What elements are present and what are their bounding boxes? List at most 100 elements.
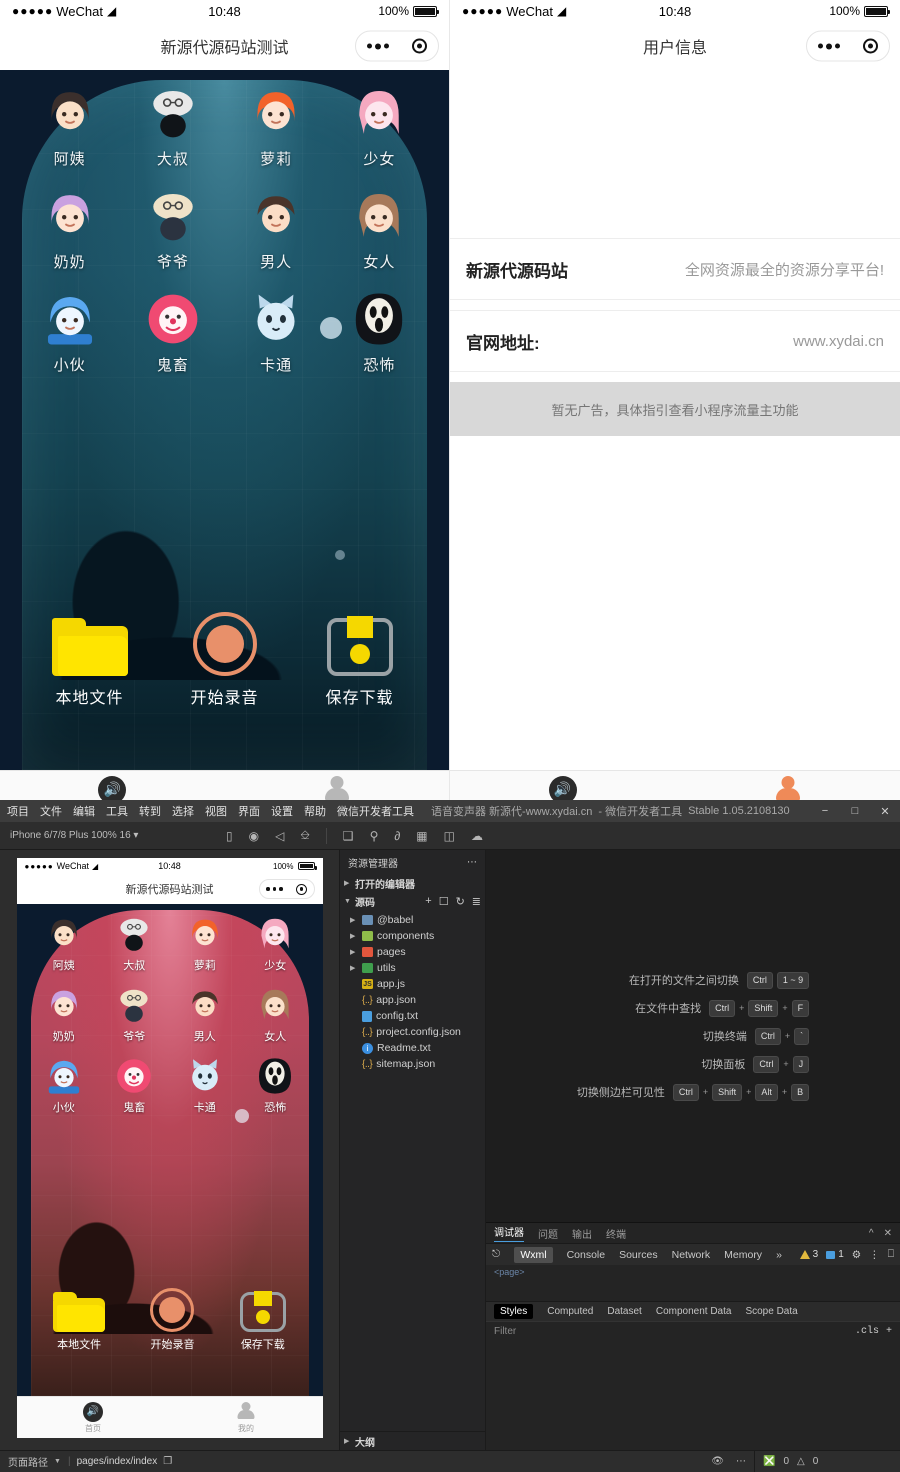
- avatar-item-youngman[interactable]: 小伙: [29, 1056, 100, 1115]
- device-selector[interactable]: iPhone 6/7/8 Plus 100% 16 ▾: [0, 830, 200, 841]
- start-record-button[interactable]: 开始录音: [170, 612, 280, 708]
- new-folder-icon[interactable]: ☐: [439, 895, 449, 908]
- target-circle-icon[interactable]: [862, 38, 878, 54]
- inspect-element-icon[interactable]: ⎋: [492, 1248, 500, 1261]
- panel-icon[interactable]: ◫: [444, 829, 455, 843]
- window-icon[interactable]: ⎒: [300, 828, 309, 843]
- tree-folder[interactable]: ▶ pages: [340, 944, 485, 960]
- panel-tab-problems[interactable]: 问题: [538, 1226, 558, 1241]
- more-dots-icon[interactable]: [266, 887, 283, 891]
- message-badge[interactable]: 1: [826, 1249, 844, 1260]
- plus-icon[interactable]: +: [886, 1326, 892, 1337]
- style-tab-component-data[interactable]: Component Data: [656, 1306, 732, 1317]
- tree-folder[interactable]: ▶ @babel: [340, 912, 485, 928]
- tree-file[interactable]: JS app.js: [340, 976, 485, 992]
- menu-item-9[interactable]: 帮助: [303, 803, 327, 819]
- avatar-item-horror[interactable]: 恐怖: [328, 290, 431, 375]
- sim-tab-home[interactable]: 🔊 首页: [17, 1401, 170, 1434]
- avatar-item-horror[interactable]: 恐怖: [240, 1056, 311, 1115]
- audio-icon[interactable]: ◁: [275, 829, 284, 843]
- avatar-item-cat[interactable]: 卡通: [225, 290, 328, 375]
- tree-file[interactable]: {..} sitemap.json: [340, 1056, 485, 1072]
- cloud-icon[interactable]: ☁: [471, 829, 483, 843]
- tree-folder[interactable]: ▶ utils: [340, 960, 485, 976]
- close-button[interactable]: ✕: [870, 800, 900, 822]
- extensions-icon[interactable]: ▦: [416, 829, 427, 843]
- new-file-icon[interactable]: +: [425, 895, 431, 908]
- avatar-item-man[interactable]: 男人: [225, 187, 328, 272]
- more-dots-icon[interactable]: ⋯: [736, 1456, 746, 1467]
- chevron-right-icon[interactable]: ▶: [350, 948, 358, 956]
- tree-file[interactable]: config.txt: [340, 1008, 485, 1024]
- target-circle-icon[interactable]: [295, 883, 307, 895]
- tree-file[interactable]: {..} project.config.json: [340, 1024, 485, 1040]
- devtools-tab-wxml[interactable]: Wxml: [514, 1246, 553, 1263]
- avatar-item-woman[interactable]: 女人: [240, 985, 311, 1044]
- more-dots-icon[interactable]: ⋯: [467, 857, 477, 868]
- menu-item-1[interactable]: 文件: [39, 803, 63, 819]
- dock-panel-icon[interactable]: ⎕: [888, 1248, 894, 1261]
- maximize-button[interactable]: □: [840, 800, 870, 822]
- avatar-item-clown[interactable]: 鬼畜: [121, 290, 224, 375]
- devtools-tab-memory[interactable]: Memory: [724, 1249, 762, 1261]
- copy-icon[interactable]: ❐: [163, 1456, 172, 1467]
- menu-item-2[interactable]: 编辑: [72, 803, 96, 819]
- record-icon[interactable]: ◉: [249, 829, 259, 843]
- outline-section[interactable]: ▶ 大纲: [340, 1431, 485, 1450]
- menu-item-5[interactable]: 选择: [171, 803, 195, 819]
- close-icon[interactable]: ✕: [884, 1228, 892, 1239]
- avatar-item-youngman[interactable]: 小伙: [18, 290, 121, 375]
- target-circle-icon[interactable]: [411, 38, 427, 54]
- search-icon[interactable]: ⚲: [370, 829, 379, 843]
- more-dots-icon[interactable]: [367, 43, 390, 49]
- chevron-up-icon[interactable]: ^: [869, 1228, 874, 1239]
- avatar-item-girl[interactable]: 少女: [328, 84, 431, 169]
- git-icon[interactable]: ∂: [394, 829, 400, 843]
- outline-row[interactable]: ▶ 大纲: [340, 1432, 485, 1450]
- wxml-tree-view[interactable]: <page>: [486, 1265, 900, 1301]
- tab-mine[interactable]: 我的: [225, 775, 450, 800]
- info-row-site[interactable]: 新源代源码站 全网资源最全的资源分享平台!: [450, 238, 900, 300]
- info-row-url[interactable]: 官网地址: www.xydai.cn: [450, 310, 900, 372]
- devtools-tab-network[interactable]: Network: [672, 1249, 711, 1261]
- style-tab-scope-data[interactable]: Scope Data: [745, 1306, 797, 1317]
- avatar-item-man[interactable]: 男人: [170, 985, 241, 1044]
- wechat-capsule[interactable]: [355, 30, 439, 62]
- refresh-icon[interactable]: ↻: [456, 895, 465, 908]
- menu-item-7[interactable]: 界面: [237, 803, 261, 819]
- copy-icon[interactable]: ❑: [343, 829, 354, 843]
- tab-mine[interactable]: 我的: [675, 775, 900, 800]
- chevron-right-icon[interactable]: »: [776, 1249, 782, 1261]
- avatar-item-loli[interactable]: 萝莉: [225, 84, 328, 169]
- tree-folder[interactable]: ▶ components: [340, 928, 485, 944]
- minimize-button[interactable]: −: [810, 800, 840, 822]
- avatar-item-uncle[interactable]: 大叔: [99, 914, 170, 973]
- source-section[interactable]: ▼ 源码 + ☐ ↻ ≣: [340, 892, 485, 910]
- avatar-item-grandpa[interactable]: 爷爷: [99, 985, 170, 1044]
- wechat-capsule[interactable]: [806, 30, 890, 62]
- style-tab-dataset[interactable]: Dataset: [607, 1306, 641, 1317]
- avatar-item-grandma[interactable]: 奶奶: [29, 985, 100, 1044]
- avatar-item-woman[interactable]: 女人: [328, 187, 431, 272]
- panel-tab-output[interactable]: 输出: [572, 1226, 592, 1241]
- more-dots-icon[interactable]: [818, 43, 841, 49]
- style-tab-styles[interactable]: Styles: [494, 1304, 534, 1319]
- local-files-button[interactable]: 本地文件: [35, 618, 145, 708]
- panel-tab-terminal[interactable]: 终端: [606, 1226, 626, 1241]
- devtools-tab-console[interactable]: Console: [567, 1249, 606, 1261]
- more-vertical-icon[interactable]: ⋮: [869, 1249, 880, 1261]
- sim-tab-mine[interactable]: 我的: [170, 1401, 323, 1434]
- collapse-icon[interactable]: ≣: [472, 895, 481, 908]
- menu-item-10[interactable]: 微信开发者工具: [336, 803, 415, 819]
- save-download-button[interactable]: 保存下载: [305, 616, 415, 708]
- avatar-item-auntie[interactable]: 阿姨: [18, 84, 121, 169]
- sim-app-body[interactable]: 阿姨 大叔 萝莉 少女 奶奶 爷爷 男人 女人 小伙 鬼畜 卡通 恐怖 本地文件…: [16, 904, 323, 1396]
- avatar-item-auntie[interactable]: 阿姨: [29, 914, 100, 973]
- menu-item-6[interactable]: 视图: [204, 803, 228, 819]
- gear-icon[interactable]: ⚙: [852, 1249, 861, 1261]
- sim-start-record-button[interactable]: 开始录音: [150, 1288, 195, 1352]
- eye-icon[interactable]: 👁: [711, 1456, 724, 1467]
- chevron-right-icon[interactable]: ▶: [350, 916, 358, 924]
- style-tab-computed[interactable]: Computed: [547, 1306, 593, 1317]
- menu-item-8[interactable]: 设置: [270, 803, 294, 819]
